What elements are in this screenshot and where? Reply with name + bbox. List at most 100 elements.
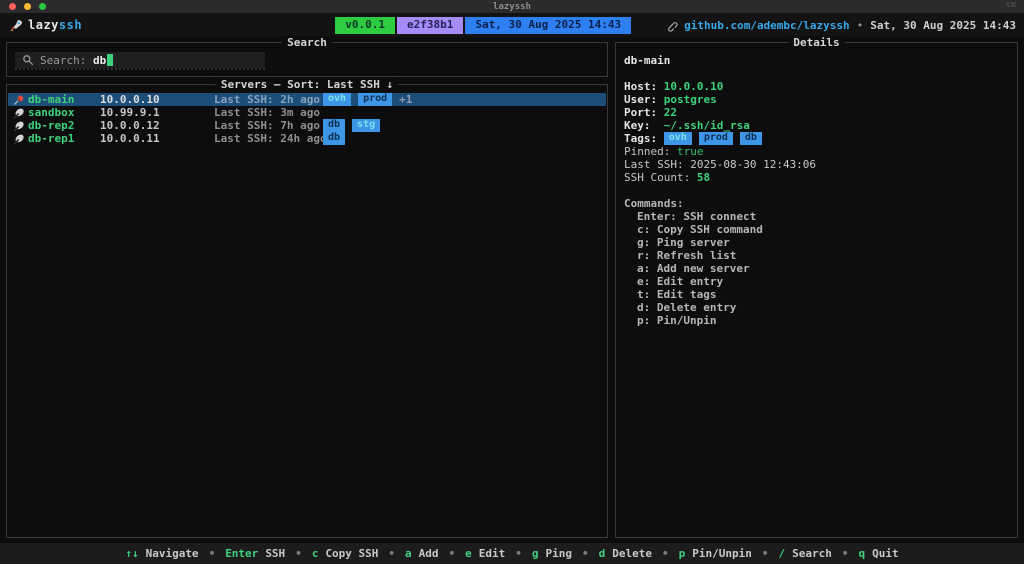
window-shortcut-hint: ⌥⌘ [1005,1,1016,11]
details-line: Port: 22 [624,106,677,119]
footer-key: d [598,547,606,560]
search-value: db [92,53,107,67]
footer-key: ↑↓ [125,547,139,560]
command-hint: r: Refresh list [637,249,737,262]
server-name: db-rep2 [28,119,75,132]
command-hint: t: Edit tags [637,288,717,301]
command-hint: e: Edit entry [637,275,724,288]
header-datetime: Sat, 30 Aug 2025 14:43 [870,18,1016,32]
command-hint: Enter: SSH connect [637,210,757,223]
servers-panel: Servers — Sort: Last SSH ↓ db-main 10.0.… [6,78,608,538]
commands-list: Enter: SSH connect c: Copy SSH command g: … [624,210,1011,327]
rocket-icon [10,19,23,32]
link-icon [665,19,678,32]
header-badge: Sat, 30 Aug 2025 14:43 [465,16,632,34]
server-row[interactable]: sandbox 10.99.9.1 Last SSH: 3m ago [8,106,606,119]
server-icon [13,133,28,145]
tag-badge: ovh [323,93,352,106]
window-title: lazyssh [493,1,531,12]
footer-key-label: Ping [545,547,573,560]
details-server-name: db-main [624,54,671,67]
footer-key-label: Add [418,547,439,560]
details-fields: Host: 10.0.0.10 User: postgres Port: 22 Key… [624,80,1011,184]
footer-key-label: SSH [265,547,286,560]
footer-key-label: Copy SSH [325,547,379,560]
tag-badge: prod [358,93,393,106]
server-name: sandbox [28,106,75,119]
server-more-tags: +1 [399,93,413,106]
server-ip: 10.99.9.1 [100,106,160,119]
server-list: db-main 10.0.0.10 Last SSH: 2h ago ovh pr… [8,93,606,145]
server-last-ssh: Last SSH: 2h ago [214,93,320,106]
server-last-ssh: Last SSH: 24h ago [214,132,327,145]
command-hint: d: Delete entry [637,301,737,314]
laptop-icon [13,134,24,145]
footer-key: e [465,547,472,560]
footer-key-label: Edit [478,547,506,560]
details-panel: Details db-main Host: 10.0.0.10 User: pos… [615,36,1018,538]
details-line: User: postgres [624,93,717,106]
search-label: Search: [40,53,93,67]
details-commands: Commands: Enter: SSH connect c: Copy SSH … [624,197,1011,327]
tag-badge: db [323,119,346,132]
server-icon [13,94,28,106]
footer-key-label: Navigate [145,547,199,560]
footer-key: a [405,547,412,560]
server-row[interactable]: db-rep1 10.0.0.11 Last SSH: 24h ago db [8,132,606,145]
footer-key: / [778,547,786,560]
command-hint: g: Ping server [637,236,730,249]
pin-icon [14,95,24,105]
footer-key-label: Pin/Unpin [692,547,752,560]
server-tags: db [323,132,346,145]
server-row[interactable]: db-rep2 10.0.0.12 Last SSH: 7h ago db stg [8,119,606,132]
app-header: lazyssh v0.0.1 e2f38b1 Sat, 30 Aug 2025 14… [0,13,1024,37]
repo-link[interactable]: github.com/adembc/lazyssh [684,19,850,32]
server-tags: ovh prod [323,93,393,106]
footer-separator: • [841,547,849,560]
details-line: Tags: ovh prod db [624,132,1011,145]
titlebar: lazyssh ⌥⌘ [0,0,1024,13]
details-line: Key: ~/.ssh/id_rsa [624,119,750,132]
footer-separator: • [295,547,302,560]
command-hint: p: Pin/Unpin [637,314,717,327]
details-line: Last SSH: 2025-08-30 12:43:06 [624,158,817,171]
header-badges: v0.0.1 e2f38b1 Sat, 30 Aug 2025 14:43 [335,16,632,34]
footer-key-label: Quit [872,547,899,560]
server-name: db-main [28,93,75,106]
header-badge: e2f38b1 [397,16,464,34]
command-hint: c: Copy SSH command [637,223,763,236]
footer-separator: • [582,547,589,560]
command-hint: a: Add new server [637,262,750,275]
server-last-ssh: Last SSH: 3m ago [214,106,320,119]
footer-separator: • [515,547,522,560]
laptop-icon [13,108,24,119]
server-tags: db stg [323,119,381,132]
server-ip: 10.0.0.11 [100,132,160,145]
footer-separator: • [388,547,396,560]
details-line: SSH Count: 58 [624,171,711,184]
footer-key: c [311,547,319,560]
app-logo: lazyssh [10,18,82,32]
server-last-ssh: Last SSH: 7h ago [214,119,320,132]
commands-title: Commands: [624,197,684,210]
server-icon [13,120,28,132]
server-icon [13,107,28,119]
server-row[interactable]: db-main 10.0.0.10 Last SSH: 2h ago ovh pr… [8,93,606,106]
footer-separator: • [761,547,769,560]
server-ip: 10.0.0.12 [100,119,160,132]
footer-separator: • [208,547,216,560]
search-icon [22,54,34,66]
search-input[interactable]: Search: db [15,52,265,70]
search-panel-title: Search [282,36,332,49]
details-content: db-main Host: 10.0.0.10 User: postgres Por… [624,54,1011,327]
servers-panel-title: Servers — Sort: Last SSH ↓ [215,78,399,91]
footer-key: p [678,547,686,560]
details-line: Host: 10.0.0.10 [624,80,724,93]
footer-key: g [531,547,539,560]
header-badge: v0.0.1 [335,16,396,34]
server-ip: 10.0.0.10 [100,93,160,106]
details-panel-title: Details [788,36,845,49]
footer-key: Enter [225,547,259,560]
footer-separator: • [448,547,456,560]
tag-badge: db [323,132,346,145]
